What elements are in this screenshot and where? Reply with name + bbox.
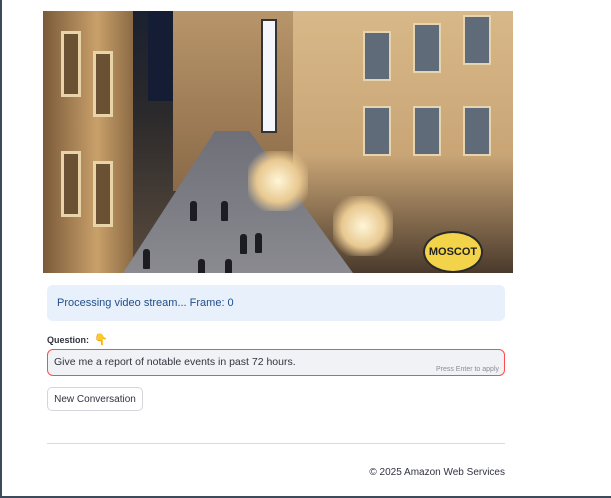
question-label: Question: 👇: [47, 333, 108, 346]
pedestrian: [221, 201, 228, 221]
window-shutter: [463, 106, 491, 156]
status-text: Processing video stream... Frame: 0: [57, 297, 234, 309]
pedestrian: [255, 233, 262, 253]
footer-divider: [47, 443, 505, 444]
window-shutter: [93, 51, 113, 117]
question-label-text: Question:: [47, 334, 89, 345]
pointing-down-icon: 👇: [94, 334, 108, 346]
input-hint: Press Enter to apply: [435, 366, 499, 373]
window-shutter: [61, 31, 81, 97]
window-shutter: [363, 106, 391, 156]
window-left-border: [0, 0, 2, 498]
video-frame: MOSCOT: [43, 11, 513, 273]
building-left: [43, 11, 133, 273]
question-input-container: Press Enter to apply: [47, 349, 505, 376]
window-shutter: [413, 106, 441, 156]
store-sign: MOSCOT: [423, 231, 483, 273]
window-shutter: [463, 15, 491, 65]
pedestrian: [225, 259, 232, 273]
footer-copyright: © 2025 Amazon Web Services: [369, 467, 505, 478]
status-banner: Processing video stream... Frame: 0: [47, 285, 505, 321]
window-shutter: [61, 151, 81, 217]
shop-light: [248, 151, 308, 211]
pedestrian: [198, 259, 205, 273]
window-shutter: [93, 161, 113, 227]
vertical-sign: [261, 19, 277, 133]
pedestrian: [143, 249, 150, 269]
building-right: [293, 11, 513, 273]
pedestrian: [240, 234, 247, 254]
pedestrian: [190, 201, 197, 221]
shop-light: [333, 196, 393, 256]
window-shutter: [363, 31, 391, 81]
new-conversation-button[interactable]: New Conversation: [47, 387, 143, 411]
window-shutter: [413, 23, 441, 73]
